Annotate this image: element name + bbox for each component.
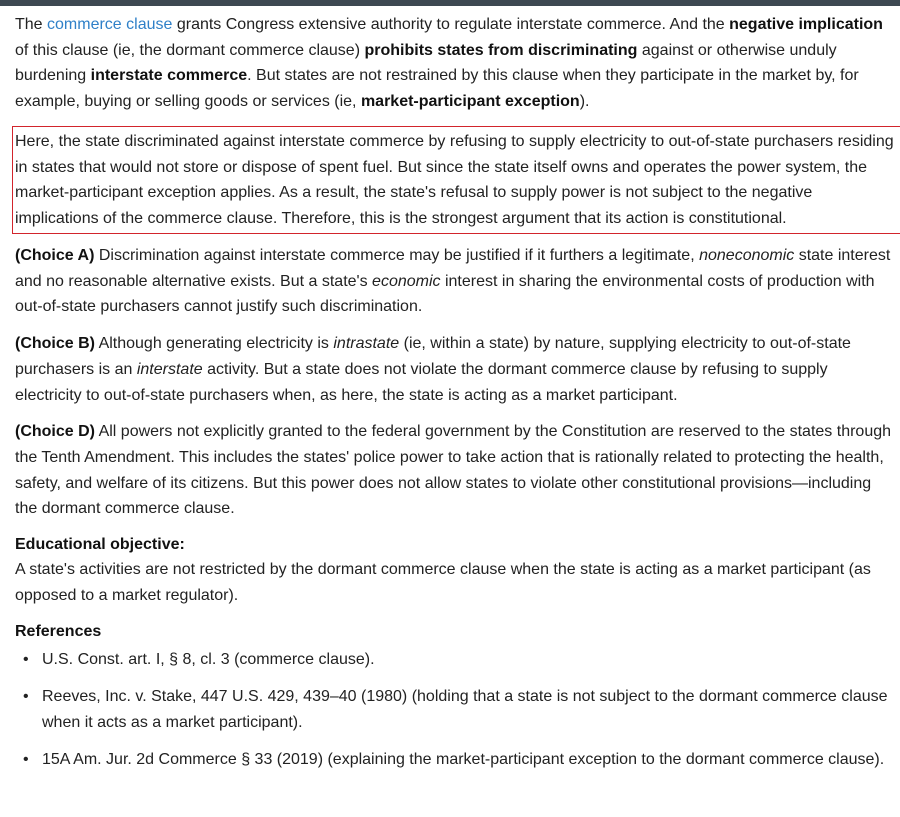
bullet-icon: • [23, 750, 29, 768]
choice-text: Discrimination against interstate commer… [94, 247, 700, 264]
reference-item: • 15A Am. Jur. 2d Commerce § 33 (2019) (e… [15, 747, 895, 773]
choice-b-explanation: (Choice B) Although generating electrici… [15, 331, 895, 408]
commerce-clause-link[interactable]: commerce clause [47, 16, 172, 33]
intro-bold: negative implication [729, 16, 883, 33]
bullet-icon: • [23, 651, 29, 669]
choice-text: Although generating electricity is [95, 335, 334, 353]
choice-text: All powers not explicitly granted to the… [15, 423, 892, 518]
choice-italic: intrastate [333, 335, 400, 353]
reference-item: • Reeves, Inc. v. Stake, 447 U.S. 429, 43… [15, 684, 895, 735]
intro-text: The [15, 16, 48, 33]
reference-text: Reeves, Inc. v. Stake, 447 U.S. 429, 439… [42, 688, 888, 731]
reference-item: • U.S. Const. art. I, § 8, cl. 3 (commerc… [15, 647, 895, 673]
objective-text: A state's activities are not restricted … [15, 561, 871, 604]
choice-a-explanation: (Choice A) Discrimination against inters… [15, 243, 895, 320]
references-heading: References [15, 623, 102, 641]
top-bar [0, 0, 900, 6]
choice-italic: noneconomic [699, 247, 795, 264]
intro-bold: interstate commerce [90, 67, 248, 85]
intro-text: of this clause (ie, the dormant commerce… [15, 41, 365, 59]
explanation-content: The commerce clause grants Congress exte… [12, 12, 900, 783]
choice-italic: interstate [136, 360, 203, 378]
references-list: • U.S. Const. art. I, § 8, cl. 3 (commerc… [15, 647, 895, 772]
choice-italic: economic [372, 272, 441, 290]
intro-bold: market-participant exception [360, 93, 580, 111]
correct-answer-explanation: Here, the state discriminated against in… [12, 125, 900, 234]
reference-text: 15A Am. Jur. 2d Commerce § 33 (2019) (ex… [42, 750, 885, 768]
intro-bold: prohibits states from discriminating [364, 41, 638, 59]
objective-heading: Educational objective: [15, 536, 185, 554]
reference-text: U.S. Const. art. I, § 8, cl. 3 (commerce… [42, 651, 375, 669]
intro-paragraph: The commerce clause grants Congress exte… [15, 12, 895, 115]
choice-b-label: (Choice B) [15, 335, 95, 353]
choice-d-explanation: (Choice D) All powers not explicitly gra… [15, 419, 895, 522]
intro-text: ). [579, 93, 590, 111]
choice-d-label: (Choice D) [15, 423, 95, 441]
intro-text: grants Congress extensive authority to r… [172, 16, 730, 33]
choice-a-label: (Choice A) [15, 247, 95, 264]
bullet-icon: • [23, 688, 29, 706]
